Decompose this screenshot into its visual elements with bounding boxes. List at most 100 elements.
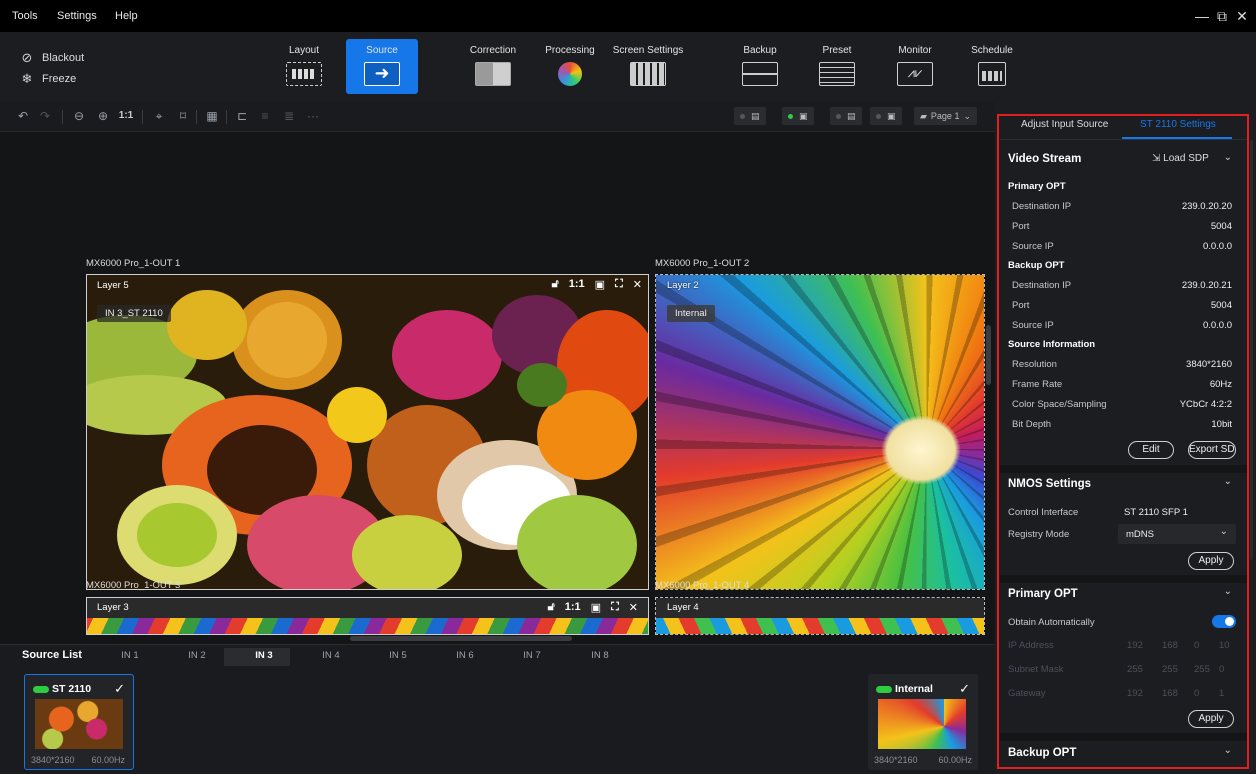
distribute-icon[interactable]: ≣	[280, 106, 298, 126]
layer-4[interactable]: Layer 4	[655, 597, 985, 635]
ratio-button[interactable]: 1:1	[569, 278, 585, 291]
subnet-mask-label: Subnet Mask	[1008, 664, 1064, 675]
edit-button[interactable]: Edit	[1128, 441, 1174, 459]
monitor-button[interactable]: Monitor ⩘⩗	[879, 39, 951, 94]
tab-st2110-settings[interactable]: ST 2110 Settings	[1140, 119, 1216, 130]
grid-icon[interactable]: ▦	[203, 106, 221, 126]
horizontal-scrollbar[interactable]	[350, 636, 572, 641]
correction-button[interactable]: Correction	[457, 39, 529, 94]
ip-octet-field[interactable]: 255	[1162, 664, 1178, 675]
maximize-icon[interactable]: ⧉	[1212, 6, 1232, 26]
ip-octet-field[interactable]: 168	[1162, 688, 1178, 699]
source-name: Internal	[895, 683, 933, 695]
close-icon[interactable]: ✕	[1232, 6, 1252, 26]
ip-octet-field[interactable]: 255	[1127, 664, 1143, 675]
redo-icon[interactable]: ↷	[36, 106, 54, 126]
layout-label: Layout	[288, 45, 320, 56]
ratio-button[interactable]: 1:1	[565, 601, 581, 614]
source-tab[interactable]: IN 5	[378, 650, 418, 661]
align-center-icon[interactable]: ≡	[256, 106, 274, 126]
screen-settings-button[interactable]: Screen Settings	[612, 39, 684, 94]
vertical-scrollbar[interactable]	[986, 325, 991, 385]
freeze-toggle[interactable]: ❄ Freeze	[20, 71, 77, 87]
source-card-st2110[interactable]: ST 2110 ✓ 3840*2160 60.00Hz	[24, 674, 134, 770]
schedule-button[interactable]: Schedule	[956, 39, 1028, 94]
minimize-icon[interactable]: —	[1192, 6, 1212, 26]
fit-icon[interactable]: ▣	[591, 601, 601, 614]
backup-button[interactable]: Backup	[724, 39, 796, 94]
fit-screen-icon[interactable]: ⌖	[150, 106, 168, 126]
more-icon[interactable]: ···	[304, 106, 322, 126]
close-icon[interactable]: ✕	[629, 601, 638, 614]
layer-5[interactable]: Layer 5 IN 3_ST 2110 🔓︎ 1:1 ▣ ⛶ ✕	[86, 274, 649, 590]
layer-2[interactable]: Layer 2 Internal	[655, 274, 985, 590]
registry-mode-select[interactable]: mDNS ⌄	[1118, 524, 1236, 544]
output-toggle-1[interactable]: ▤	[734, 107, 766, 125]
primary-apply-button[interactable]: Apply	[1188, 710, 1234, 728]
ip-octet-field[interactable]: 0	[1194, 640, 1199, 651]
ip-octet-field[interactable]: 168	[1162, 640, 1178, 651]
output-toggle-2[interactable]: ▣	[782, 107, 814, 125]
unlock-icon[interactable]: 🔓︎	[548, 601, 555, 614]
source-tab[interactable]: IN 6	[445, 650, 485, 661]
screen-grid-icon	[630, 62, 666, 86]
close-icon[interactable]: ✕	[633, 278, 642, 291]
undo-icon[interactable]: ↶	[14, 106, 32, 126]
chevron-down-icon[interactable]: ⌄	[1224, 476, 1232, 487]
zoom-out-icon[interactable]: ⊖	[70, 106, 88, 126]
output-toggle-4[interactable]: ▣	[870, 107, 902, 125]
zoom-actual-button[interactable]: 1:1	[117, 106, 135, 126]
panel-scrollbar[interactable]	[1250, 140, 1253, 560]
obtain-auto-toggle[interactable]	[1212, 615, 1236, 628]
processing-button[interactable]: Processing	[534, 39, 606, 94]
source-tab[interactable]: IN 8	[580, 650, 620, 661]
import-icon: ⇲	[1152, 153, 1161, 164]
fullscreen-icon[interactable]: ⛶	[611, 601, 619, 614]
fullscreen-icon[interactable]: ⛶	[615, 278, 623, 291]
menu-help[interactable]: Help	[115, 0, 138, 32]
source-card-internal[interactable]: Internal ✓ 3840*2160 60.00Hz	[868, 674, 978, 770]
output-toggle-3[interactable]: ▤	[830, 107, 862, 125]
zoom-in-icon[interactable]: ⊕	[94, 106, 112, 126]
menu-tools[interactable]: Tools	[12, 0, 38, 32]
align-icon[interactable]: ⊏	[233, 106, 251, 126]
field-label: Bit Depth	[1012, 419, 1052, 430]
load-sdp-button[interactable]: ⇲ Load SDP	[1152, 153, 1209, 164]
menu-settings[interactable]: Settings	[57, 0, 97, 32]
fit-layer-icon[interactable]: ⌑	[174, 106, 192, 126]
ip-octet-field[interactable]: 192	[1127, 688, 1143, 699]
chevron-down-icon[interactable]: ⌄	[1224, 745, 1232, 756]
ip-octet-field[interactable]: 192	[1127, 640, 1143, 651]
obtain-auto-label: Obtain Automatically	[1008, 617, 1095, 628]
export-sdp-button[interactable]: Export SDP	[1188, 441, 1236, 459]
preset-button[interactable]: Preset	[801, 39, 873, 94]
divider	[1000, 139, 1248, 140]
page-select[interactable]: ▰ Page 1 ⌄	[914, 107, 977, 125]
menu-bar	[0, 0, 1256, 32]
fruit-image	[87, 275, 648, 589]
tab-adjust-input-source[interactable]: Adjust Input Source	[1021, 119, 1108, 130]
monitor-pulse-icon: ⩘⩗	[897, 62, 933, 86]
unlock-icon[interactable]: 🔓︎	[552, 278, 559, 291]
ip-octet-field[interactable]: 1	[1219, 688, 1224, 699]
layout-button[interactable]: Layout	[268, 39, 340, 94]
source-tab[interactable]: IN 2	[177, 650, 217, 661]
chevron-down-icon[interactable]: ⌄	[1224, 152, 1232, 163]
source-tab[interactable]: IN 1	[110, 650, 150, 661]
ip-octet-field[interactable]: 255	[1194, 664, 1210, 675]
color-wheel-icon	[558, 62, 582, 86]
source-tab[interactable]: IN 7	[512, 650, 552, 661]
ip-octet-field[interactable]: 0	[1194, 688, 1199, 699]
nmos-apply-button[interactable]: Apply	[1188, 552, 1234, 570]
ip-octet-field[interactable]: 0	[1219, 664, 1224, 675]
primary-opt-title: Primary OPT	[1008, 588, 1078, 600]
ip-octet-field[interactable]: 10	[1219, 640, 1230, 651]
chevron-down-icon[interactable]: ⌄	[1224, 586, 1232, 597]
source-tab[interactable]: IN 3	[244, 650, 284, 661]
fit-icon[interactable]: ▣	[595, 278, 605, 291]
source-button[interactable]: Source ➜	[346, 39, 418, 94]
blackout-toggle[interactable]: ⊘ Blackout	[20, 50, 85, 66]
load-sdp-label: Load SDP	[1163, 153, 1209, 164]
layer-3[interactable]: Layer 3 🔓︎ 1:1 ▣ ⛶ ✕	[86, 597, 649, 635]
source-tab[interactable]: IN 4	[311, 650, 351, 661]
